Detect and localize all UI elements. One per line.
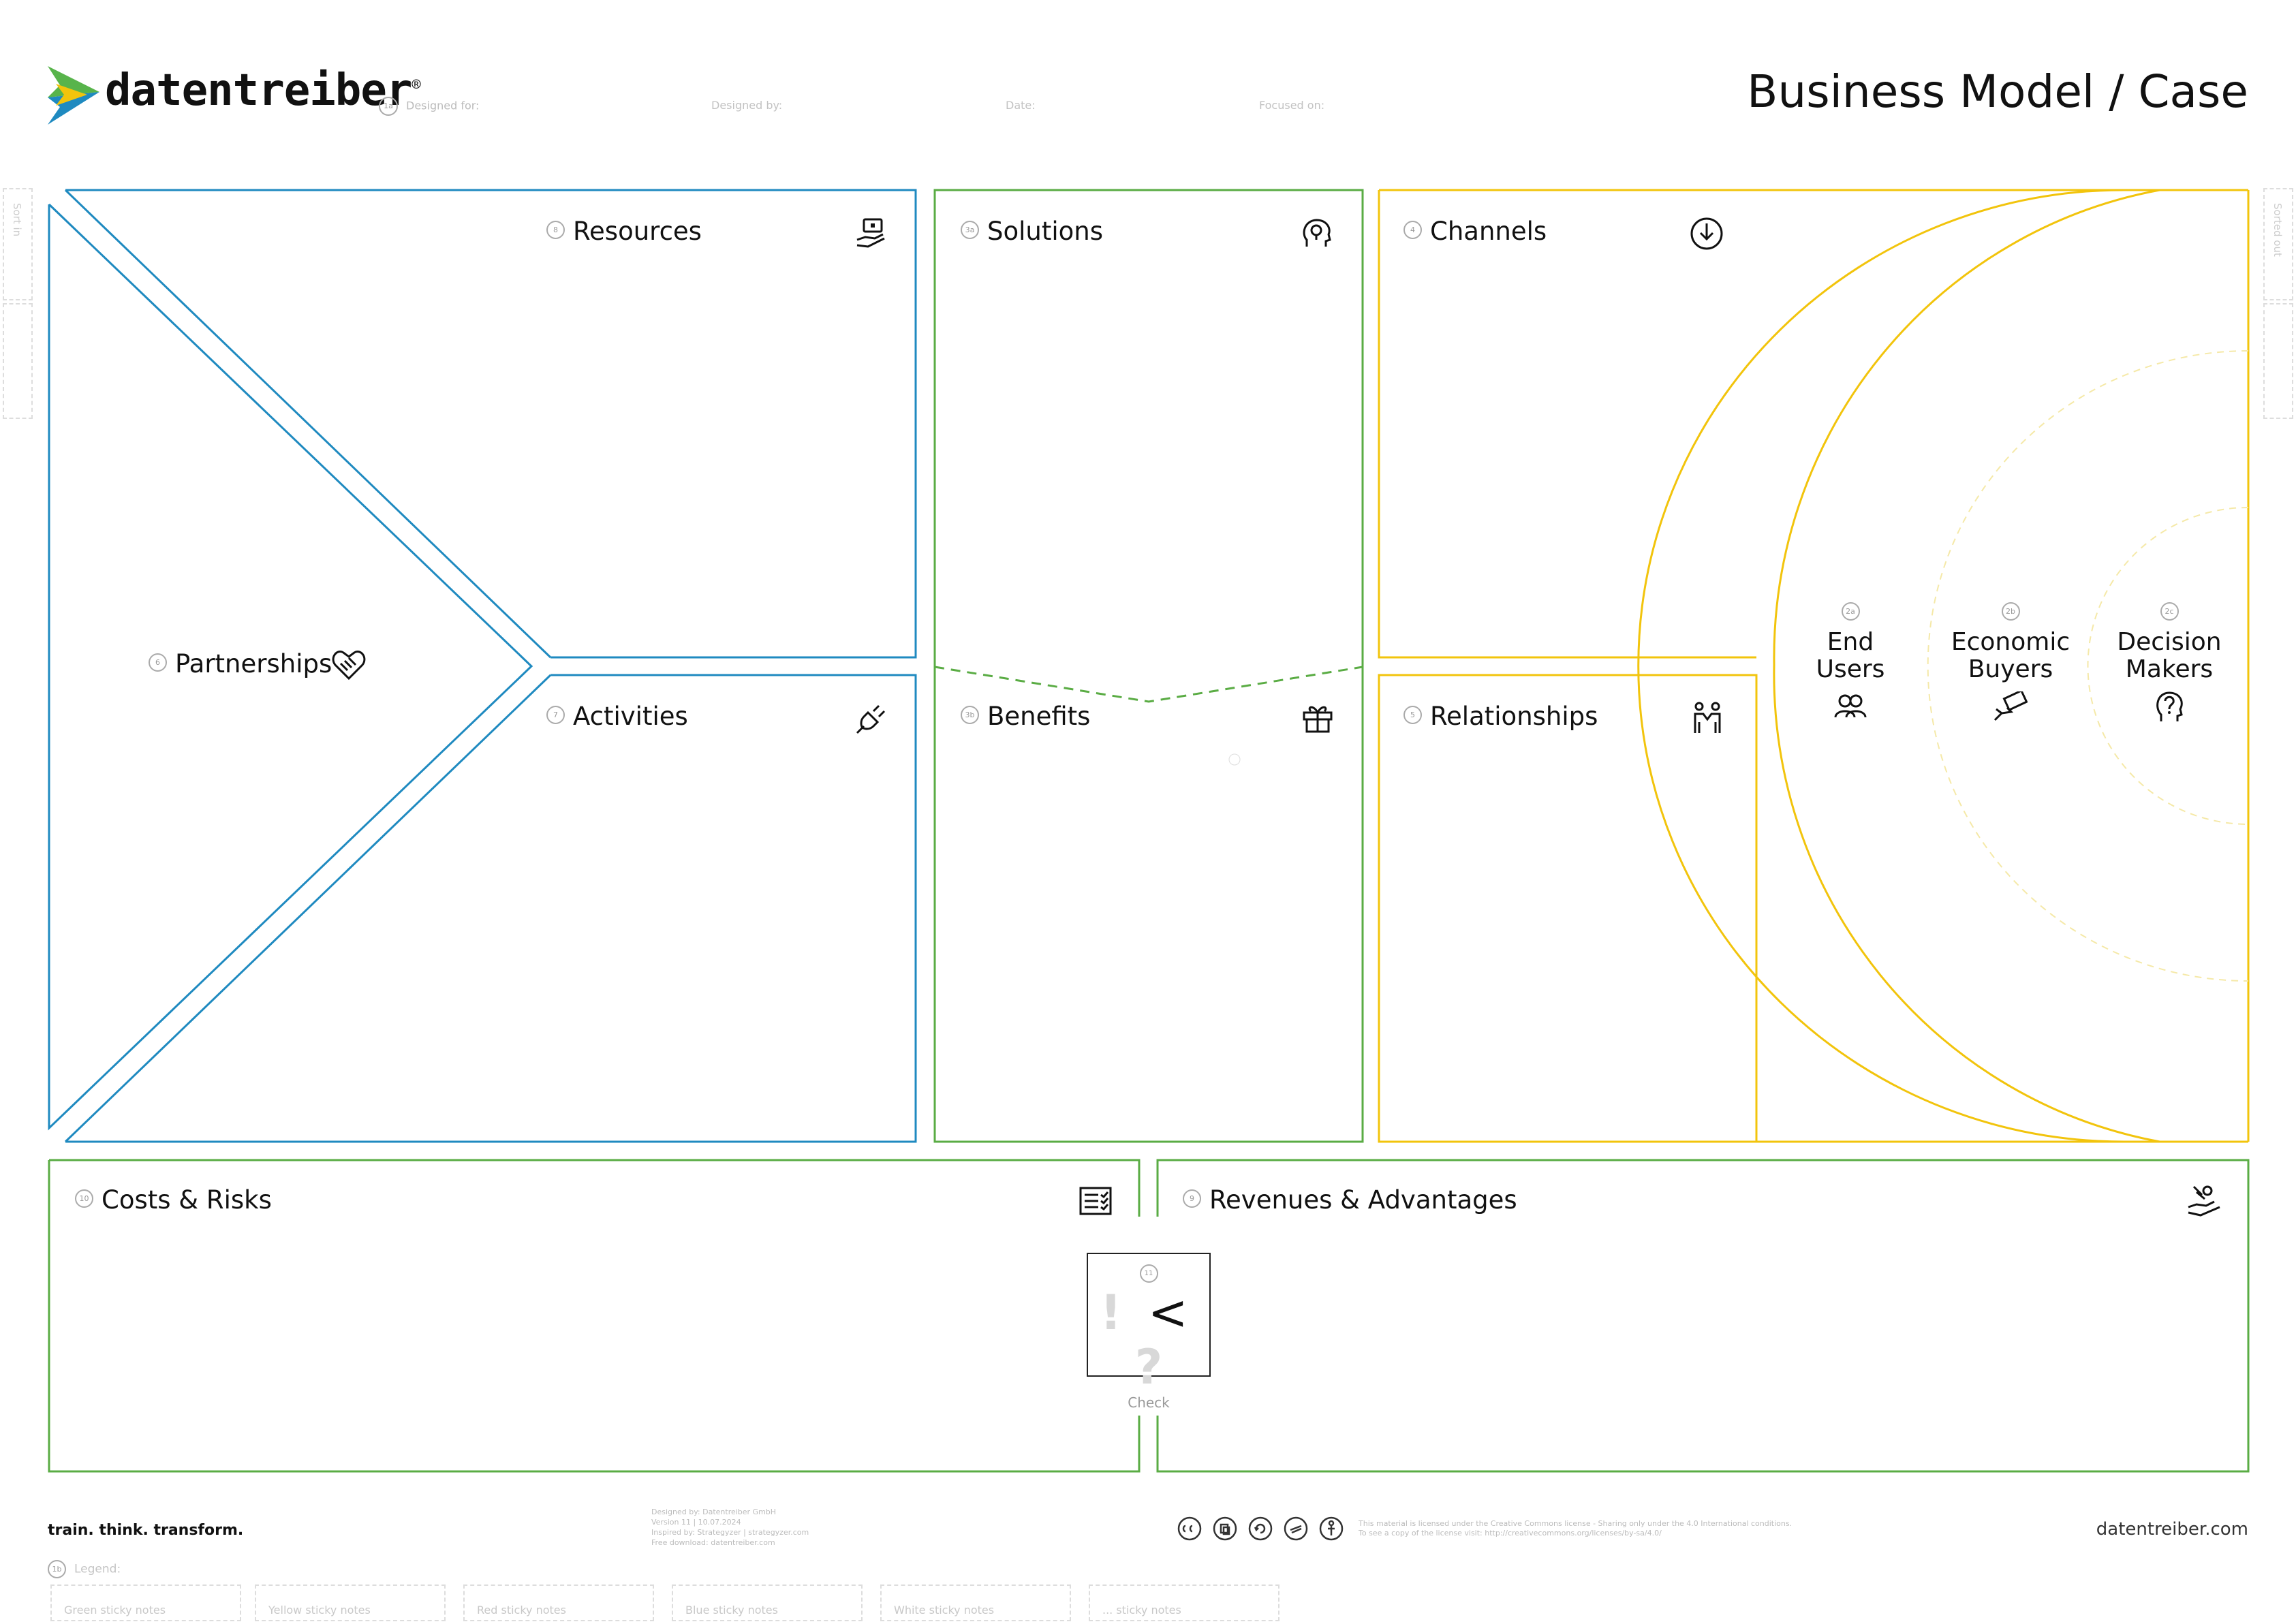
segment-end-users-number: 2a (1841, 602, 1860, 621)
partnerships-number: 6 (149, 653, 167, 672)
hand-laptop-icon (856, 218, 885, 248)
legend-other[interactable]: ... sticky notes (1089, 1584, 1279, 1621)
users-icon (1834, 694, 1867, 718)
segment-end-users: 2a End Users (1796, 602, 1905, 726)
credit-line-2: Version 11 | 10.07.2024 (651, 1518, 741, 1527)
check-label: Check (1128, 1394, 1170, 1411)
segment-economic-buyers: 2b Economic Buyers (1946, 602, 2075, 728)
credit-line-4: Free download: datentreiber.com (651, 1538, 775, 1547)
activities-label: Activities (573, 702, 688, 731)
gift-icon (1303, 706, 1333, 733)
costs-number: 10 (75, 1189, 93, 1208)
license-text: This material is licensed under the Crea… (1359, 1519, 1792, 1538)
solutions-label: Solutions (987, 217, 1104, 246)
legend-red[interactable]: Red sticky notes (463, 1584, 654, 1621)
legend-green[interactable]: Green sticky notes (50, 1584, 241, 1621)
two-people-icon (1694, 702, 1721, 733)
legend-yellow[interactable]: Yellow sticky notes (255, 1584, 446, 1621)
segment-decision-makers: 2c Decision Makers (2111, 602, 2228, 729)
costs-label: Costs & Risks (102, 1185, 272, 1215)
channels-title: 4 Channels (1403, 217, 1547, 246)
segment-decision-makers-line1: Decision (2117, 628, 2222, 656)
tagline: train. think. transform. (48, 1522, 244, 1539)
check-box[interactable]: 11 ! < ? Check (1087, 1253, 1210, 1411)
resources-number: 8 (546, 221, 565, 239)
revenues-label: Revenues & Advantages (1209, 1185, 1517, 1215)
question-head-icon (2156, 691, 2183, 721)
license-line-2: To see a copy of the license visit: http… (1359, 1529, 1662, 1537)
benefits-title: 3b Benefits (961, 702, 1090, 731)
download-circle-icon (1690, 217, 1723, 250)
segment-economic-buyers-line1: Economic (1951, 628, 2070, 656)
benefits-number: 3b (961, 706, 979, 724)
check-symbols: ! < ? (1087, 1285, 1210, 1394)
relationships-title: 5 Relationships (1403, 702, 1598, 731)
license-line-1: This material is licensed under the Crea… (1359, 1519, 1793, 1528)
credit-line-3: Inspired by: Strategyzer | strategyzer.c… (651, 1528, 809, 1537)
money-hand-icon (1994, 689, 2028, 721)
check-exclamation: ! (1100, 1285, 1122, 1341)
credits: Designed by: Datentreiber GmbH Version 1… (651, 1507, 809, 1548)
activities-title: 7 Activities (546, 702, 688, 731)
solutions-number: 3a (961, 221, 979, 239)
channels-label: Channels (1430, 217, 1547, 246)
plug-icon (856, 704, 886, 734)
checklist-icon (1079, 1187, 1112, 1215)
relationships-number: 5 (1403, 706, 1422, 724)
segment-decision-makers-line2: Makers (2125, 655, 2214, 683)
copy-icon (1213, 1516, 1237, 1541)
check-less-than: < (1147, 1285, 1188, 1341)
benefits-label: Benefits (987, 702, 1091, 731)
share-alike-icon (1248, 1516, 1273, 1541)
channels-number: 4 (1403, 221, 1422, 239)
lightbulb-head-icon (1303, 219, 1331, 247)
partnerships-title: 6 Partnerships (149, 649, 332, 678)
hand-coins-icon (2188, 1185, 2220, 1217)
costs-title: 10 Costs & Risks (75, 1185, 272, 1215)
website-link[interactable]: datentreiber.com (2096, 1519, 2248, 1540)
activities-number: 7 (546, 706, 565, 724)
segment-end-users-line2: Users (1816, 655, 1885, 683)
legend-white[interactable]: White sticky notes (880, 1584, 1071, 1621)
resources-title: 8 Resources (546, 217, 702, 246)
legend-label: Legend: (74, 1562, 121, 1576)
segment-economic-buyers-number: 2b (2001, 602, 2020, 621)
check-question: ? (1134, 1339, 1163, 1395)
solutions-title: 3a Solutions (961, 217, 1103, 246)
segment-economic-buyers-line2: Buyers (1968, 655, 2053, 683)
segment-decision-makers-number: 2c (2160, 602, 2179, 621)
segment-end-users-line1: End (1827, 628, 1874, 656)
legend-blue[interactable]: Blue sticky notes (672, 1584, 863, 1621)
handshake-heart-icon (332, 651, 366, 681)
resources-label: Resources (573, 217, 702, 246)
legend-number: 1b (48, 1560, 66, 1578)
relationships-label: Relationships (1430, 702, 1598, 731)
revenues-number: 9 (1183, 1189, 1201, 1208)
check-number: 11 (1139, 1264, 1158, 1283)
credit-line-1: Designed by: Datentreiber GmbH (651, 1508, 777, 1516)
partnerships-label: Partnerships (175, 649, 332, 678)
license-icons (1177, 1516, 1344, 1541)
revenues-title: 9 Revenues & Advantages (1183, 1185, 1517, 1215)
legend-title: 1b Legend: (48, 1560, 121, 1578)
